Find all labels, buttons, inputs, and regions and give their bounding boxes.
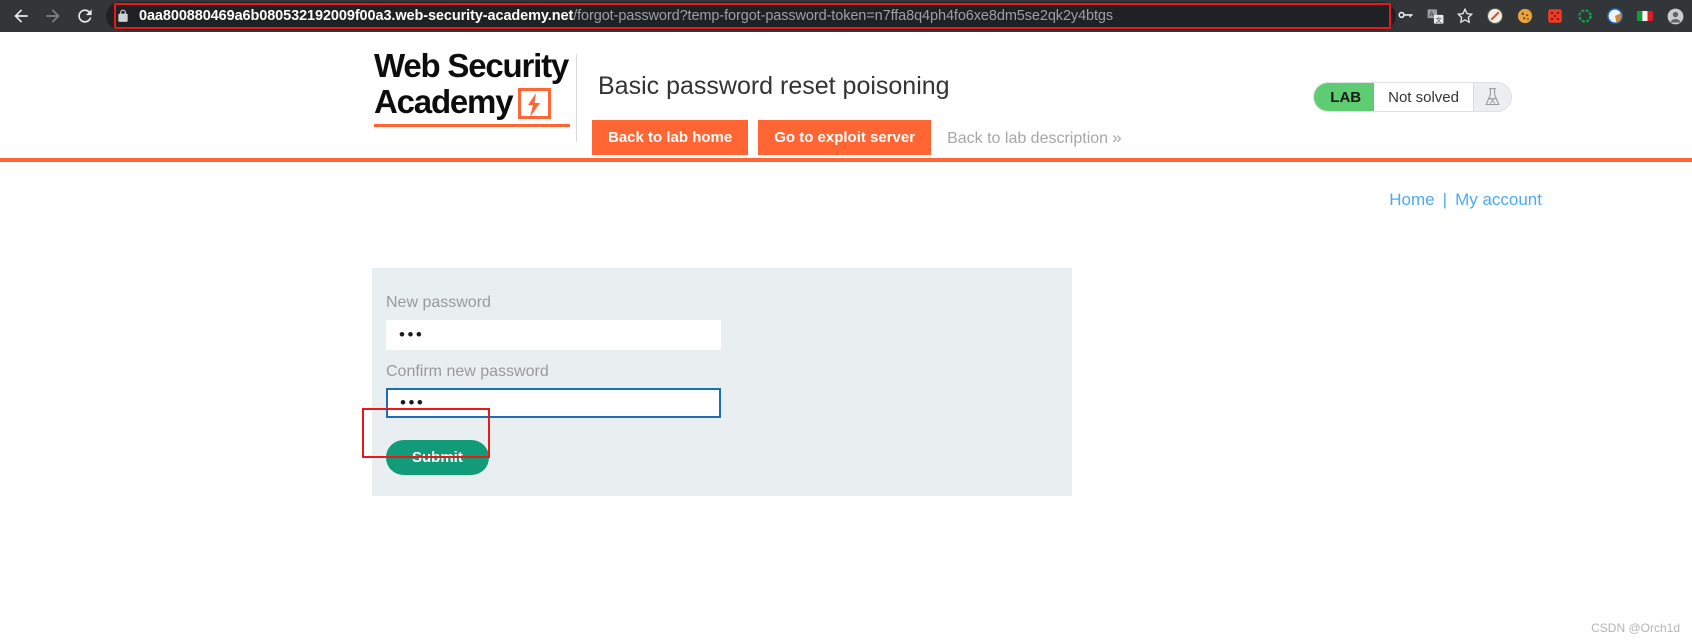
page-body: Web Security Academy Basic password rese… (0, 32, 1692, 643)
translate-icon[interactable]: A 文 (1420, 1, 1450, 31)
submit-button[interactable]: Submit (386, 440, 489, 475)
nav-separator: | (1442, 190, 1448, 209)
lightning-bolt-icon (518, 88, 552, 119)
dice-extension-icon[interactable] (1540, 1, 1570, 31)
logo-underline (374, 124, 570, 127)
password-reset-form: New password ••• Confirm new password ••… (372, 268, 1072, 496)
proxy-glyph-icon (1607, 8, 1623, 24)
logo-line-2: Academy (374, 83, 514, 120)
star-icon (1456, 7, 1474, 24)
password-manager-key-icon[interactable] (1390, 1, 1420, 31)
header-divider (576, 54, 577, 142)
my-account-link[interactable]: My account (1455, 190, 1542, 209)
flask-glyph-icon (1485, 88, 1500, 106)
back-button[interactable] (6, 1, 36, 31)
watermark: CSDN @Orch1d (1591, 621, 1680, 635)
back-to-lab-description-label: Back to lab description (947, 129, 1109, 147)
lock-icon (118, 9, 128, 22)
gear-ring-icon (1578, 9, 1592, 23)
cookie-glyph-icon (1517, 8, 1533, 24)
translate-glyph-icon: A 文 (1427, 8, 1443, 24)
svg-text:A: A (1429, 10, 1434, 18)
account-nav: Home | My account (1389, 190, 1542, 210)
address-bar[interactable]: 0aa800880469a6b080532192009f00a3.web-sec… (106, 2, 1396, 30)
header-accent-rule (0, 158, 1692, 162)
back-to-lab-description-link[interactable]: Back to lab description» (947, 127, 1122, 148)
reload-icon (78, 9, 92, 23)
key-icon (1397, 11, 1413, 18)
browser-toolbar-icons: A 文 (1390, 0, 1690, 32)
avatar-icon (1667, 8, 1683, 24)
forward-button[interactable] (38, 1, 68, 31)
confirm-password-label: Confirm new password (386, 363, 549, 380)
profile-avatar-icon[interactable] (1660, 1, 1690, 31)
confirm-password-input[interactable]: ••• (386, 388, 721, 418)
flag-extension-icon[interactable] (1630, 1, 1660, 31)
reload-button[interactable] (70, 1, 100, 31)
flask-icon (1473, 83, 1511, 111)
svg-text:文: 文 (1435, 15, 1442, 24)
bookmark-star-icon[interactable] (1450, 1, 1480, 31)
browser-toolbar: 0aa800880469a6b080532192009f00a3.web-sec… (0, 0, 1692, 32)
status-text: Not solved (1374, 83, 1473, 111)
lab-action-buttons: Back to lab home Go to exploit server Ba… (592, 120, 1122, 155)
back-arrow-icon (14, 9, 28, 23)
lab-status-widget[interactable]: LAB Not solved (1313, 82, 1512, 112)
wappalyzer-extension-icon[interactable] (1570, 1, 1600, 31)
home-link[interactable]: Home (1389, 190, 1434, 209)
back-to-lab-home-button[interactable]: Back to lab home (592, 120, 749, 155)
go-to-exploit-server-button[interactable]: Go to exploit server (758, 120, 932, 155)
url-text: 0aa800880469a6b080532192009f00a3.web-sec… (139, 8, 1113, 24)
adblock-extension-icon[interactable] (1480, 1, 1510, 31)
page-title: Basic password reset poisoning (598, 72, 950, 100)
logo-line-1: Web Security (374, 47, 569, 84)
dice-glyph-icon (1548, 9, 1562, 23)
proxy-switch-extension-icon[interactable] (1600, 1, 1630, 31)
adblock-glyph-icon (1486, 7, 1504, 25)
new-password-input[interactable]: ••• (386, 320, 721, 350)
logo-line-2-wrap: Academy (374, 84, 569, 120)
url-path: /forgot-password?temp-forgot-password-to… (573, 8, 1114, 24)
academy-header: Web Security Academy Basic password rese… (0, 32, 1692, 162)
browser-nav-buttons (0, 1, 100, 31)
forward-arrow-icon (46, 9, 60, 23)
url-domain: 0aa800880469a6b080532192009f00a3.web-sec… (139, 8, 574, 24)
flag-italy-icon (1637, 11, 1653, 21)
status-badge: LAB (1314, 83, 1375, 111)
web-security-academy-logo[interactable]: Web Security Academy (374, 47, 570, 127)
new-password-label: New password (386, 294, 491, 311)
cookie-editor-extension-icon[interactable] (1510, 1, 1540, 31)
chevron-right-icon: » (1112, 127, 1122, 147)
